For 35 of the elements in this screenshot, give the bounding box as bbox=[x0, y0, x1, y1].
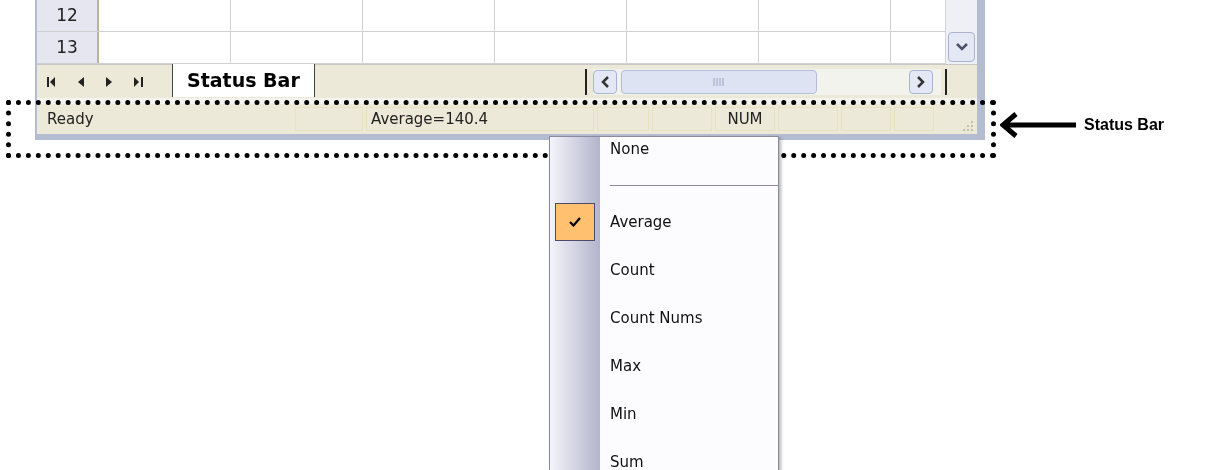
annotation-label: Status Bar bbox=[1084, 115, 1165, 135]
next-sheet-icon[interactable] bbox=[106, 76, 112, 87]
status-panel bbox=[597, 107, 649, 131]
first-sheet-icon[interactable] bbox=[47, 76, 56, 87]
status-panel bbox=[841, 107, 891, 131]
status-panel bbox=[894, 107, 934, 131]
scroll-thumb[interactable] bbox=[621, 69, 817, 94]
chevron-left-icon bbox=[601, 75, 609, 88]
resize-grip-icon[interactable] bbox=[961, 119, 973, 131]
arrow-icon bbox=[1000, 112, 1076, 138]
num-lock-indicator: NUM bbox=[715, 107, 775, 131]
status-panel bbox=[778, 107, 838, 131]
status-panel bbox=[652, 107, 712, 131]
menu-item[interactable]: None bbox=[550, 137, 778, 173]
status-message: Ready bbox=[46, 108, 95, 130]
scroll-down-button[interactable] bbox=[948, 32, 975, 62]
scroll-right-button[interactable] bbox=[909, 69, 933, 94]
sheet-tab[interactable]: Status Bar bbox=[172, 64, 315, 97]
row-header[interactable]: 13 bbox=[37, 32, 99, 63]
menu-item[interactable]: Count bbox=[550, 246, 778, 294]
last-sheet-icon[interactable] bbox=[134, 76, 143, 87]
menu-item[interactable]: Sum bbox=[550, 438, 778, 470]
scroll-left-button[interactable] bbox=[593, 69, 617, 94]
calculation-readout: Average=140.4 bbox=[366, 107, 594, 131]
menu-item[interactable]: Average bbox=[550, 198, 778, 246]
chevron-down-icon bbox=[955, 43, 968, 51]
status-panel bbox=[295, 107, 363, 131]
chevron-right-icon bbox=[917, 75, 925, 88]
previous-sheet-icon[interactable] bbox=[78, 76, 84, 87]
row-header[interactable]: 12 bbox=[37, 0, 99, 31]
menu-item[interactable]: Count Nums bbox=[550, 294, 778, 342]
menu-item[interactable]: Min bbox=[550, 390, 778, 438]
grip-icon bbox=[713, 77, 725, 86]
menu-item[interactable]: Max bbox=[550, 342, 778, 390]
horizontal-scrollbar[interactable] bbox=[593, 68, 941, 95]
